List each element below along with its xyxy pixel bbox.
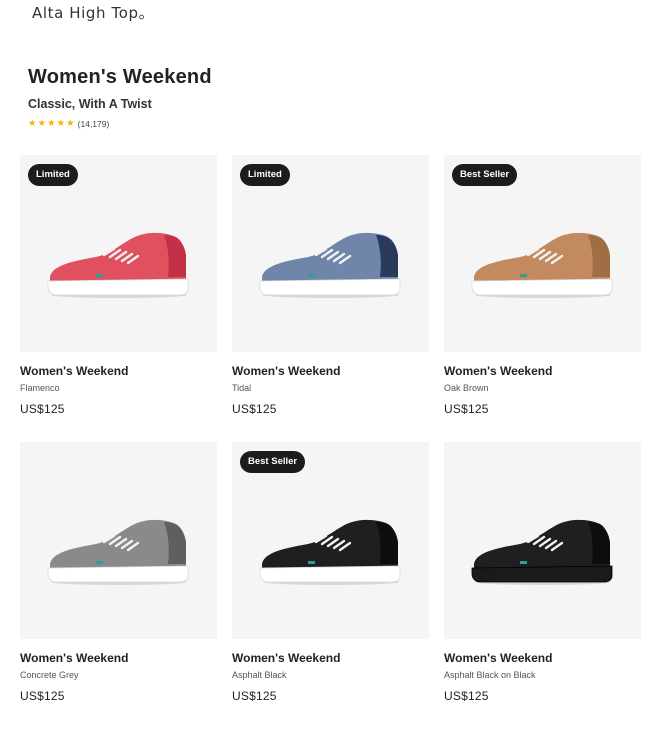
collection-title: Women's Weekend — [28, 66, 212, 88]
product-grid: Limited Women's Weekend Flamenco US$125 … — [20, 155, 641, 729]
product-name[interactable]: Women's Weekend — [232, 651, 429, 665]
star-icon: ★ — [66, 118, 75, 129]
sneaker-image — [471, 519, 613, 585]
product-image[interactable]: Best Seller — [232, 442, 429, 639]
review-count[interactable]: (14,179) — [78, 119, 110, 129]
product-card[interactable]: Limited Women's Weekend Tidal US$125 — [232, 155, 429, 442]
star-icon: ★ — [37, 118, 47, 129]
product-card[interactable]: Women's Weekend Asphalt Black on Black U… — [444, 442, 641, 729]
star-icon: ★ — [56, 118, 66, 129]
top-note: Alta High Top。 — [32, 4, 155, 22]
sneaker-image — [47, 232, 189, 298]
product-badge: Best Seller — [240, 451, 306, 473]
product-price: US$125 — [232, 402, 277, 416]
product-name[interactable]: Women's Weekend — [20, 651, 217, 665]
product-price: US$125 — [232, 689, 277, 703]
product-badge: Limited — [28, 164, 78, 186]
star-icon: ★ — [47, 118, 56, 129]
product-name[interactable]: Women's Weekend — [20, 364, 217, 378]
product-color: Oak Brown — [444, 383, 489, 393]
product-color: Flamenco — [20, 383, 60, 393]
product-card[interactable]: Best Seller Women's Weekend Asphalt Blac… — [232, 442, 429, 729]
product-card[interactable]: Women's Weekend Concrete Grey US$125 — [20, 442, 217, 729]
product-card[interactable]: Limited Women's Weekend Flamenco US$125 — [20, 155, 217, 442]
sneaker-image — [471, 232, 613, 298]
product-image[interactable]: Limited — [232, 155, 429, 352]
collection-subtitle: Classic, With A Twist — [28, 97, 152, 111]
sneaker-image — [259, 519, 401, 585]
product-image[interactable] — [444, 442, 641, 639]
product-price: US$125 — [20, 402, 65, 416]
product-price: US$125 — [20, 689, 65, 703]
product-color: Tidal — [232, 383, 252, 393]
star-rating: ★ ★ ★ ★ ★ — [28, 119, 75, 129]
product-badge: Limited — [240, 164, 290, 186]
sneaker-image — [47, 519, 189, 585]
sneaker-image — [259, 232, 401, 298]
product-image[interactable]: Best Seller — [444, 155, 641, 352]
product-color: Asphalt Black — [232, 670, 287, 680]
product-name[interactable]: Women's Weekend — [444, 651, 641, 665]
product-color: Asphalt Black on Black — [444, 670, 536, 680]
product-price: US$125 — [444, 689, 489, 703]
product-card[interactable]: Best Seller Women's Weekend Oak Brown US… — [444, 155, 641, 442]
product-name[interactable]: Women's Weekend — [232, 364, 429, 378]
product-color: Concrete Grey — [20, 670, 79, 680]
collection-header: Women's Weekend Classic, With A Twist ★ … — [28, 66, 212, 129]
product-name[interactable]: Women's Weekend — [444, 364, 641, 378]
star-icon: ★ — [28, 118, 37, 129]
rating[interactable]: ★ ★ ★ ★ ★ (14,179) — [28, 119, 212, 130]
product-badge: Best Seller — [452, 164, 518, 186]
product-image[interactable] — [20, 442, 217, 639]
product-price: US$125 — [444, 402, 489, 416]
product-image[interactable]: Limited — [20, 155, 217, 352]
